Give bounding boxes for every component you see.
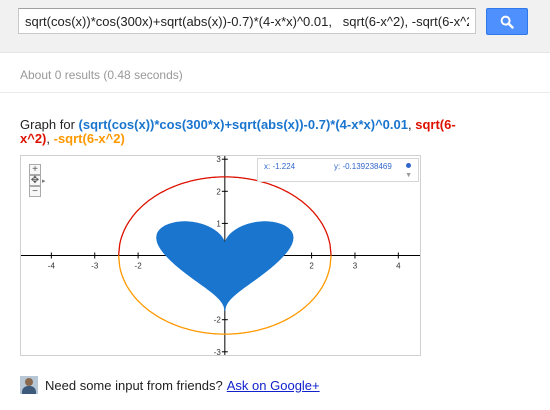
prompt-text: Need some input from friends?	[45, 377, 223, 393]
x-tick-label: -2	[135, 262, 143, 271]
pan-control[interactable]: ✥	[29, 175, 41, 186]
avatar	[20, 376, 38, 394]
search-header	[0, 0, 550, 53]
graph-plot[interactable]: -4-3-2234-2-1123-3	[21, 156, 420, 355]
zoom-in-button[interactable]: +	[29, 164, 41, 175]
zoom-controls: + ✥ − ▸	[29, 164, 46, 204]
function-label-lower-circle: -sqrt(6-x^2)	[53, 131, 125, 146]
y-tick-label: 3	[216, 156, 221, 164]
dropdown-caret-icon[interactable]: ▼	[405, 172, 412, 179]
coordinate-readout: x: -1.224 y: -0.139238469 ▼	[257, 158, 419, 182]
y-tick-label: 2	[216, 187, 221, 196]
search-button[interactable]	[486, 8, 528, 35]
y-tick-label: -2	[214, 316, 222, 325]
x-tick-label: -4	[48, 262, 56, 271]
series-color-dot-icon[interactable]	[406, 163, 411, 168]
pan-arrow-icon[interactable]: ▸	[42, 177, 46, 185]
results-count: About 0 results (0.48 seconds)	[20, 68, 183, 82]
google-plus-prompt: Need some input from friends? Ask on Goo…	[20, 375, 320, 395]
function-separator: ,	[46, 131, 54, 146]
y-tick-label: 1	[216, 219, 221, 228]
x-tick-label: 4	[396, 262, 401, 271]
zoom-out-button[interactable]: −	[29, 186, 41, 197]
x-coordinate: x: -1.224	[264, 162, 296, 171]
y-tick-label: -3	[214, 348, 222, 355]
graph-title: Graph for (sqrt(cos(x))*cos(300*x)+sqrt(…	[20, 118, 460, 146]
search-icon	[500, 15, 514, 29]
graph-title-prefix: Graph for	[20, 117, 79, 132]
search-input[interactable]	[18, 8, 476, 34]
ask-google-plus-link[interactable]: Ask on Google+	[227, 378, 320, 393]
x-tick-label: 3	[353, 262, 358, 271]
x-tick-label: -3	[91, 262, 99, 271]
divider	[0, 92, 550, 93]
function-label-heart: (sqrt(cos(x))*cos(300*x)+sqrt(abs(x))-0.…	[78, 117, 408, 132]
y-coordinate: y: -0.139238469	[334, 162, 392, 171]
function-graph[interactable]: -4-3-2234-2-1123-3 + ✥ − ▸ x: -1.224 y: …	[20, 155, 421, 356]
x-tick-label: 2	[309, 262, 314, 271]
